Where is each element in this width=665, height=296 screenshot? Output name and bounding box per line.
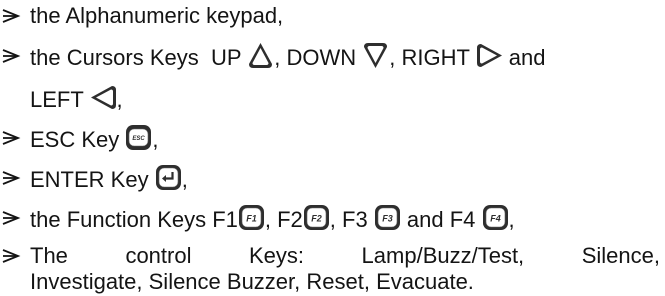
esc-key-label: ESC: [133, 136, 146, 142]
cursor-up-key-icon: [247, 42, 274, 69]
cursor-keys-cont-prefix: LEFT: [30, 87, 90, 112]
svg-text:F4: F4: [490, 214, 501, 224]
svg-text:F2: F2: [311, 214, 322, 224]
control-keys-word: Silence,: [581, 243, 660, 268]
cursor-left-key-icon: [90, 84, 117, 111]
cursor-keys-prefix: the Cursors Keys UP: [30, 45, 248, 70]
f3-key-icon: F3: [374, 204, 401, 231]
f4-key-icon: F4: [482, 204, 509, 231]
cursor-keys-suffix: and: [502, 45, 546, 70]
enter-key-suffix: ,: [181, 167, 188, 192]
cursor-right-key-icon: [476, 42, 503, 69]
bullet-arrow-icon: [0, 42, 20, 70]
cursor-keys-mid2: , RIGHT: [389, 45, 476, 70]
control-keys-word: Lamp/Buzz/Test,: [361, 243, 525, 268]
enter-key-icon: [155, 164, 182, 191]
bullet-arrow-icon: [0, 2, 20, 30]
enter-key-prefix: ENTER Key: [30, 167, 155, 192]
bullet-arrow-icon: [0, 164, 20, 192]
svg-text:F1: F1: [246, 214, 257, 224]
function-keys-mid2: , F3: [329, 207, 374, 232]
esc-key-suffix: ,: [152, 127, 159, 152]
function-keys-prefix: the Function Keys F1: [30, 207, 238, 232]
control-keys-word: Keys:: [249, 243, 305, 268]
function-keys-mid3: and F4: [400, 207, 482, 232]
list-item-text: the Alphanumeric keypad,: [30, 3, 284, 28]
f2-key-icon: F2: [303, 204, 330, 231]
svg-text:F3: F3: [382, 214, 393, 224]
function-keys-suffix: ,: [508, 207, 515, 232]
cursor-keys-cont-suffix: ,: [116, 87, 123, 112]
f1-key-icon: F1: [238, 204, 265, 231]
function-keys-mid1: , F2: [264, 207, 303, 232]
control-keys-word: The: [30, 243, 68, 268]
esc-key-prefix: ESC Key: [30, 127, 126, 152]
esc-key-icon: ESC: [125, 124, 152, 151]
bullet-arrow-icon: [0, 204, 20, 232]
control-keys-continuation: Investigate, Silence Buzzer, Reset, Evac…: [30, 269, 474, 294]
bullet-arrow-icon: [0, 124, 20, 152]
cursor-keys-mid1: , DOWN: [274, 45, 363, 70]
control-keys-word: control: [125, 243, 192, 268]
cursor-down-key-icon: [362, 42, 389, 69]
bullet-arrow-icon: [0, 242, 20, 270]
